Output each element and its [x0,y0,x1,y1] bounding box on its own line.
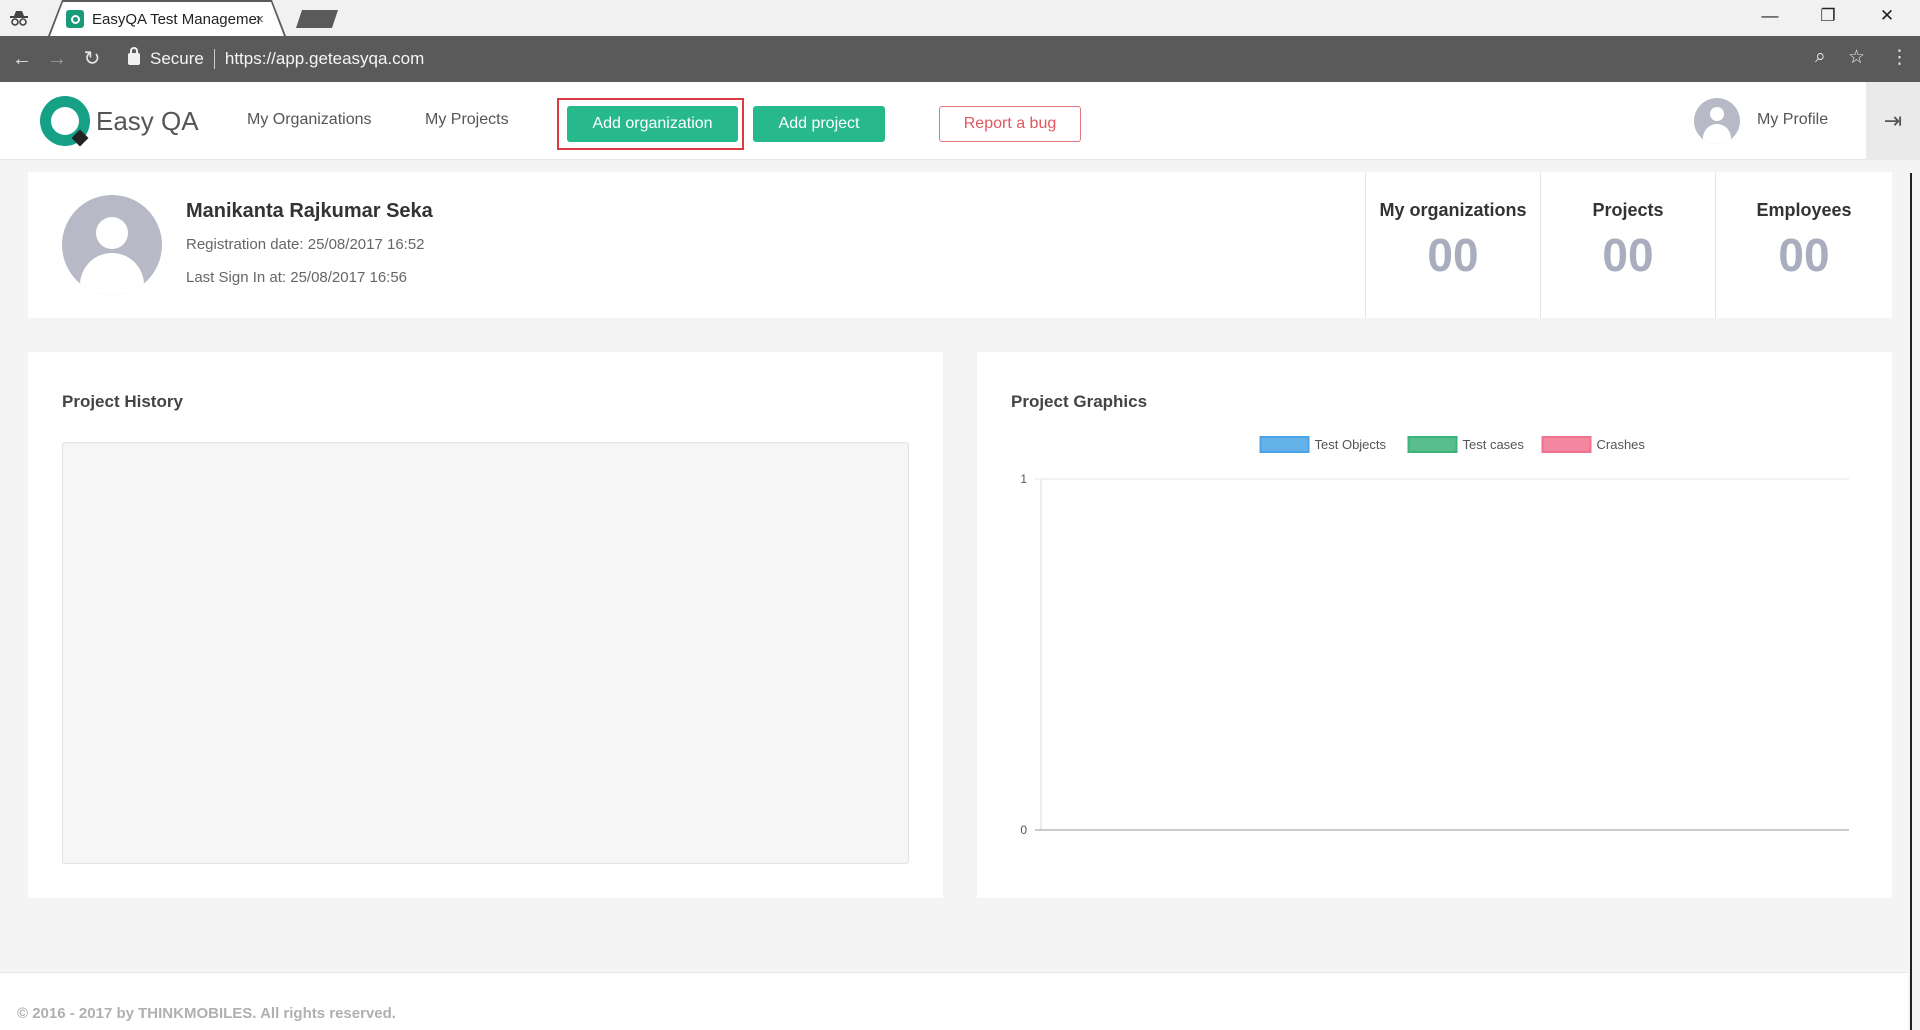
registration-date: Registration date: 25/08/2017 16:52 [186,236,425,253]
browser-tab[interactable]: EasyQA Test Management × [50,2,284,36]
project-history-title: Project History [62,392,183,411]
easyqa-favicon-icon [66,10,84,28]
window-restore-button[interactable]: ❐ [1813,6,1843,26]
logout-icon[interactable]: ⇥ [1866,82,1920,160]
stat-employees: Employees 00 [1715,172,1892,318]
stat-label: Employees [1756,200,1852,220]
app-header: Easy QA My Organizations My Projects Add… [0,82,1920,160]
stat-label: My organizations [1379,200,1527,220]
project-history-panel: Project History [28,352,943,898]
browser-tabstrip: EasyQA Test Management × — ❐ ✕ [0,0,1920,36]
window-minimize-button[interactable]: — [1755,6,1785,26]
chart-legend-swatch [1541,436,1592,453]
omnibox-separator [213,49,215,69]
scrollbar-edge[interactable] [1910,173,1912,1030]
easyqa-logo-icon[interactable] [40,96,90,147]
chart-legend-label: Test Objects [1315,437,1387,452]
profile-avatar[interactable] [1694,98,1740,144]
page-footer: © 2016 - 2017 by THINKMOBILES. All right… [0,972,1908,1030]
forward-icon[interactable]: → [45,48,69,70]
new-tab-button[interactable] [296,10,338,28]
lock-icon [128,47,140,65]
url-omnibox[interactable]: Secure https://app.geteasyqa.com [116,43,1854,75]
last-sign-in: Last Sign In at: 25/08/2017 16:56 [186,269,408,286]
project-graphics-panel: Project Graphics 0 1 Test Objects Test case… [977,352,1892,898]
chart-y-tick-label: 1 [1020,472,1027,486]
back-icon[interactable]: ← [10,48,34,70]
stat-label: Projects [1592,200,1664,220]
add-project-button[interactable]: Add project [753,106,885,142]
incognito-icon [10,11,28,26]
my-profile-link[interactable]: My Profile [1757,111,1828,129]
reload-icon[interactable]: ↻ [80,48,104,70]
footer-copyright: © 2016 - 2017 by THINKMOBILES. All right… [17,1005,396,1022]
tab-close-icon[interactable]: × [255,11,264,28]
stat-projects: Projects 00 [1540,172,1715,318]
chart-legend-swatch [1407,436,1458,453]
add-organization-button[interactable]: Add organization [567,106,738,142]
browser-menu-icon[interactable]: ⋮ [1890,46,1909,69]
user-name: Manikanta Rajkumar Seka [186,200,433,222]
url-text[interactable]: https://app.geteasyqa.com [225,49,424,69]
chart-legend-label: Crashes [1597,437,1646,452]
zoom-icon[interactable]: ⌕ [1815,46,1826,68]
stat-value: 00 [1427,229,1479,281]
chart-y-tick-label: 0 [1020,823,1027,837]
browser-address-bar: ← → ↻ Secure https://app.geteasyqa.com ⌕… [0,36,1920,82]
chart-legend-label: Test cases [1463,437,1525,452]
logo-text[interactable]: Easy QA [96,106,199,137]
stat-my-organizations: My organizations 00 [1365,172,1540,318]
project-history-list[interactable] [62,442,909,864]
user-avatar [62,195,162,295]
secure-label: Secure [150,49,204,68]
nav-my-organizations[interactable]: My Organizations [247,111,372,129]
project-graphics-chart: 0 1 Test Objects Test cases Crashes [1020,436,1849,837]
chart-legend-swatch [1259,436,1310,453]
star-icon[interactable]: ☆ [1848,46,1865,69]
stat-value: 00 [1602,229,1654,281]
browser-tab-title: EasyQA Test Management [92,10,260,28]
report-bug-button[interactable]: Report a bug [939,106,1081,142]
stat-value: 00 [1778,229,1830,281]
nav-my-projects[interactable]: My Projects [425,111,509,129]
window-close-button[interactable]: ✕ [1872,6,1902,26]
profile-summary-card: Manikanta Rajkumar Seka Registration dat… [28,172,1892,318]
